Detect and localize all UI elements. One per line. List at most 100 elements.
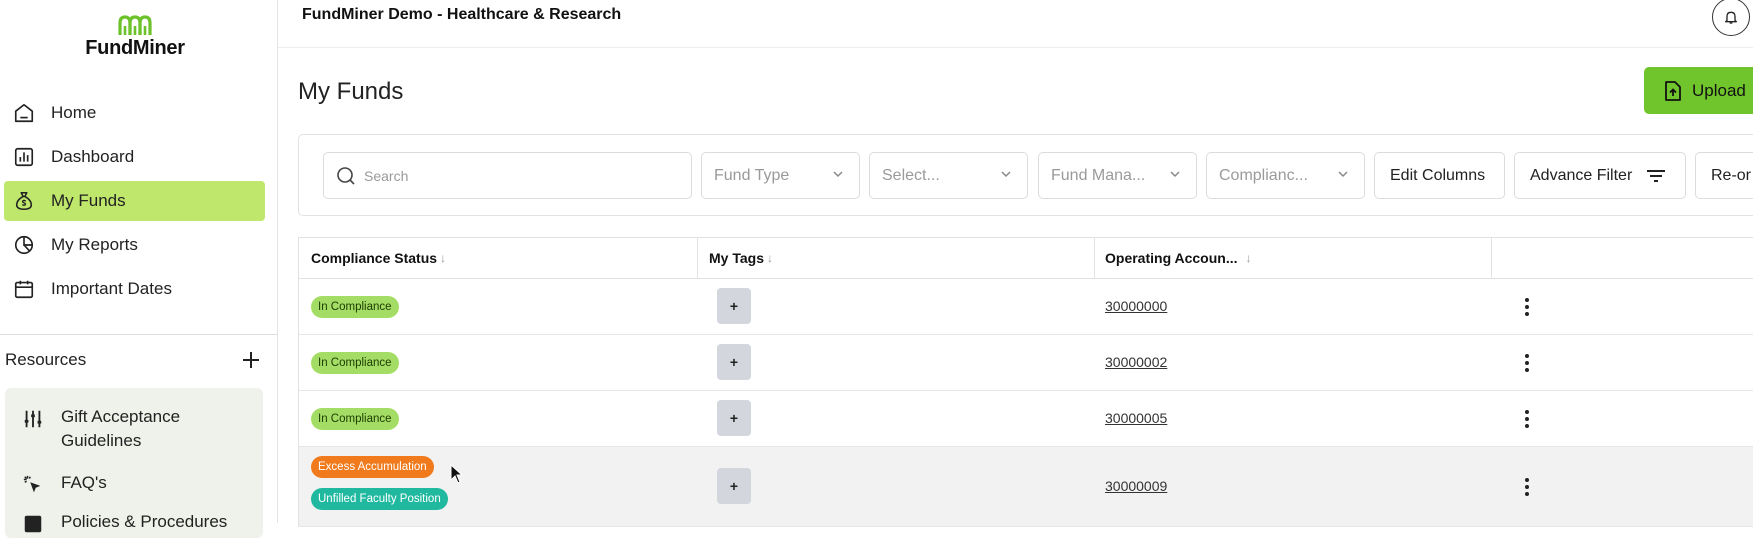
sort-arrow-icon: ↓ xyxy=(440,251,447,265)
chevron-down-icon xyxy=(1001,171,1011,178)
add-resource-button[interactable] xyxy=(238,347,264,373)
reorder-button[interactable]: Re-or xyxy=(1695,152,1753,199)
row-menu-button[interactable] xyxy=(1517,295,1537,319)
edit-columns-label: Edit Columns xyxy=(1390,166,1486,184)
sidebar-divider xyxy=(0,334,277,335)
table-row[interactable]: In Compliance + 30000005 xyxy=(299,391,1753,447)
funds-table: Compliance Status ↓ My Tags ↓ Operating … xyxy=(298,237,1753,527)
search-icon xyxy=(337,166,355,185)
row-menu-button[interactable] xyxy=(1517,407,1537,431)
resource-label: Policies & Procedures xyxy=(61,512,228,531)
bar-chart-icon xyxy=(12,145,36,169)
column-divider xyxy=(1491,238,1492,278)
top-bar: FundMiner Demo - Healthcare & Research xyxy=(278,0,1753,48)
row-menu-button[interactable] xyxy=(1517,475,1537,499)
resources-list: Gift Acceptance Guidelines FAQ's Policie… xyxy=(5,388,263,538)
table-header: Compliance Status ↓ My Tags ↓ Operating … xyxy=(299,238,1753,279)
column-divider xyxy=(1094,238,1095,278)
fund-manager-select[interactable]: Fund Mana... xyxy=(1038,152,1197,199)
resource-item-faqs[interactable]: FAQ's xyxy=(5,471,263,497)
sidebar-item-dashboard[interactable]: Dashboard xyxy=(4,137,265,177)
status-badge: In Compliance xyxy=(311,408,399,430)
fund-manager-placeholder: Fund Mana... xyxy=(1051,166,1146,184)
upload-label: Upload xyxy=(1692,80,1746,100)
sidebar-item-important-dates[interactable]: Important Dates xyxy=(4,269,265,309)
cursor-click-icon xyxy=(21,473,45,497)
fund-type-placeholder: Fund Type xyxy=(714,166,790,184)
chevron-down-icon xyxy=(1170,171,1180,178)
notifications-button[interactable] xyxy=(1712,0,1750,36)
column-header-label: Operating Accoun... xyxy=(1105,250,1238,266)
status-badge: In Compliance xyxy=(311,352,399,374)
chevron-down-icon xyxy=(1338,171,1348,178)
money-bag-icon xyxy=(12,189,36,213)
sidebar-item-label: Dashboard xyxy=(51,147,135,166)
logo-text: FundMiner xyxy=(85,37,185,59)
table-row[interactable]: In Compliance + 30000002 xyxy=(299,335,1753,391)
column-divider xyxy=(697,238,698,278)
org-title: FundMiner Demo - Healthcare & Research xyxy=(302,6,622,23)
reorder-label: Re-or xyxy=(1711,166,1752,184)
compliance-select[interactable]: Complianc... xyxy=(1206,152,1365,199)
column-header-operating-account[interactable]: Operating Accoun... ↓ xyxy=(1105,238,1252,278)
add-tag-button[interactable]: + xyxy=(717,400,751,436)
row-menu-button[interactable] xyxy=(1517,351,1537,375)
resources-title: Resources xyxy=(5,350,87,369)
filter-icon xyxy=(1647,169,1666,182)
calendar-icon xyxy=(12,277,36,301)
account-link[interactable]: 30000005 xyxy=(1105,410,1167,426)
more-vertical-icon xyxy=(1525,478,1529,496)
sliders-icon xyxy=(21,407,45,431)
filter-bar: Search Fund Type Select... Fund Mana... … xyxy=(298,134,1753,216)
logo[interactable]: FundMiner xyxy=(80,14,190,64)
advance-filter-label: Advance Filter xyxy=(1530,166,1633,184)
column-header-my-tags[interactable]: My Tags ↓ xyxy=(709,238,773,278)
search-placeholder: Search xyxy=(364,167,409,184)
resource-item-policies[interactable]: Policies & Procedures xyxy=(5,510,263,536)
resource-label: FAQ's xyxy=(61,473,107,492)
page-title: My Funds xyxy=(298,78,404,105)
add-tag-button[interactable]: + xyxy=(717,288,751,324)
column-header-label: Compliance Status xyxy=(311,250,438,266)
sidebar-item-label: My Reports xyxy=(51,235,138,254)
advance-filter-button[interactable]: Advance Filter xyxy=(1514,152,1686,199)
sidebar-item-label: My Funds xyxy=(51,191,126,210)
column-header-label: My Tags xyxy=(709,250,764,266)
select-dropdown[interactable]: Select... xyxy=(869,152,1028,199)
upload-button[interactable]: Upload xyxy=(1644,67,1753,114)
account-link[interactable]: 30000002 xyxy=(1105,354,1167,370)
account-link[interactable]: 30000009 xyxy=(1105,478,1167,494)
account-link[interactable]: 30000000 xyxy=(1105,298,1167,314)
table-row[interactable]: In Compliance + 30000000 xyxy=(299,279,1753,335)
bell-icon xyxy=(1725,11,1737,24)
mouse-pointer-icon xyxy=(450,464,464,484)
document-icon xyxy=(21,512,45,536)
sidebar: FundMiner Home Dashboard My Funds My Rep… xyxy=(0,0,278,538)
plus-icon xyxy=(243,352,259,368)
status-badge: Excess Accumulation xyxy=(311,456,434,478)
sort-arrow-icon: ↓ xyxy=(1245,251,1252,265)
status-badge: Unfilled Faculty Position xyxy=(311,488,448,510)
search-input[interactable]: Search xyxy=(323,152,692,199)
compliance-placeholder: Complianc... xyxy=(1219,166,1308,184)
fund-type-select[interactable]: Fund Type xyxy=(701,152,860,199)
pie-chart-icon xyxy=(12,233,36,257)
logo-icon xyxy=(118,15,152,35)
sidebar-item-home[interactable]: Home xyxy=(4,93,265,133)
sort-arrow-icon: ↓ xyxy=(766,251,773,265)
add-tag-button[interactable]: + xyxy=(717,468,751,504)
add-tag-button[interactable]: + xyxy=(717,344,751,380)
upload-file-icon xyxy=(1665,80,1681,101)
resource-item-gift-acceptance[interactable]: Gift Acceptance Guidelines xyxy=(5,405,263,453)
status-badge: In Compliance xyxy=(311,296,399,318)
sidebar-item-my-funds[interactable]: My Funds xyxy=(4,181,265,221)
sidebar-item-my-reports[interactable]: My Reports xyxy=(4,225,265,265)
table-row[interactable]: Excess Accumulation Unfilled Faculty Pos… xyxy=(299,447,1753,527)
edit-columns-button[interactable]: Edit Columns xyxy=(1374,152,1505,199)
more-vertical-icon xyxy=(1525,410,1529,428)
column-header-compliance-status[interactable]: Compliance Status ↓ xyxy=(311,238,446,278)
more-vertical-icon xyxy=(1525,298,1529,316)
resource-label: Gift Acceptance Guidelines xyxy=(61,407,181,450)
more-vertical-icon xyxy=(1525,354,1529,372)
sidebar-item-label: Important Dates xyxy=(51,279,172,298)
